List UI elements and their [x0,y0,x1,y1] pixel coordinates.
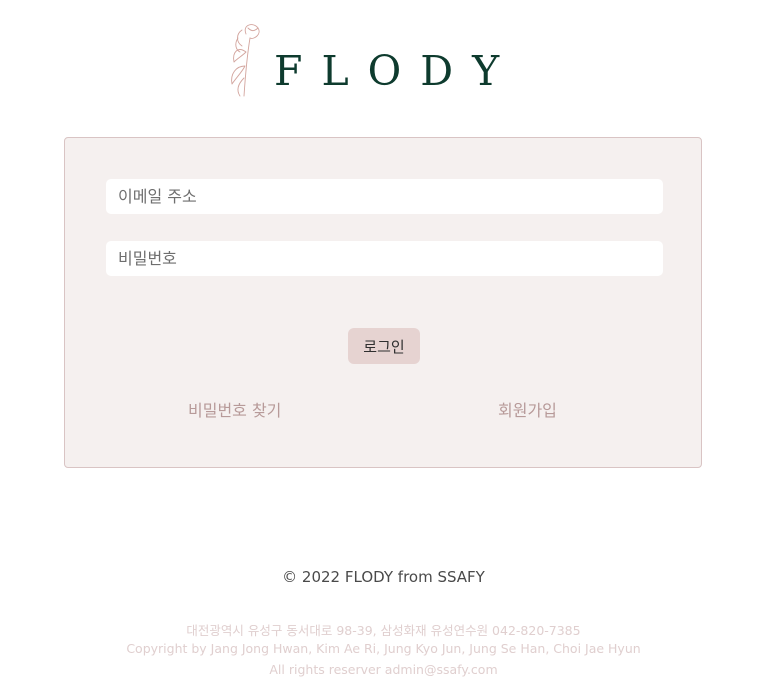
password-field[interactable] [106,241,663,276]
footer-rights: All rights reserver admin@ssafy.com [269,662,498,677]
email-field[interactable] [106,179,663,214]
footer-address: 대전광역시 유성구 동서대로 98-39, 삼성화재 유성연수원 042-820… [186,623,581,638]
footer-credits: Copyright by Jang Jong Hwan, Kim Ae Ri, … [126,641,641,656]
tulip-icon [231,24,260,97]
logo-text: FLODY [274,47,519,95]
copyright-text: © 2022 FLODY from SSAFY [282,568,485,586]
find-password-link[interactable]: 비밀번호 찾기 [188,397,281,421]
login-card: 로그인 비밀번호 찾기 회원가입 [64,137,702,468]
signup-link[interactable]: 회원가입 [498,397,557,421]
login-button[interactable]: 로그인 [348,328,420,364]
flody-logo[interactable]: FLODY [222,22,522,98]
